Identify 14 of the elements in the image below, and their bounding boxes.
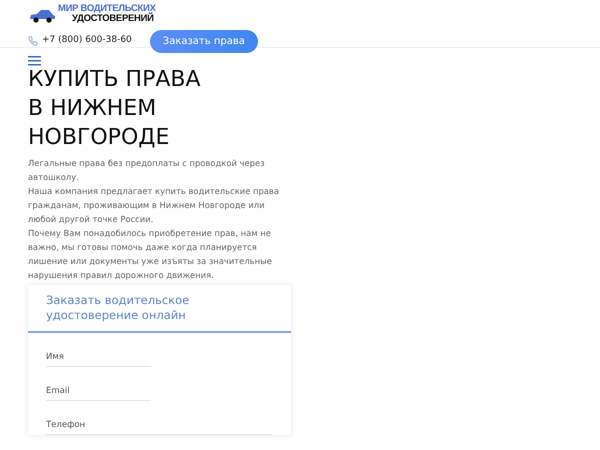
body-paragraph: Легальные права без предоплаты с проводкой через автошколу. [28,157,266,184]
logo-text: УДОСТОВЕРЕНИЙ [71,14,154,24]
input-field[interactable]: Телефон [46,415,272,435]
phone-number[interactable]: +7 (800) 600-38-60 [42,34,132,48]
input-field[interactable]: Имя [46,347,151,367]
body-paragraph: Почему Вам понадобилось приобретение прав, нам не важно, мы готовы помочь даже когда планируется лишение или документы уже изъяты за значительные нарушения правил дорожного движения. [28,227,273,282]
page-title: КУПИТЬ ПРАВА В НИЖНЕМ НОВГОРОДЕ [28,66,202,152]
logo-text: МИР ВОДИТЕЛЬСКИХ [58,4,156,14]
form-title: Заказать водительское удостоверение онлайн [46,293,190,323]
car-icon [28,9,56,23]
input-field[interactable]: Email [46,381,151,401]
menu-icon[interactable] [28,56,41,66]
phone-icon [28,36,38,46]
body-paragraph: Наша компания предлагает купить водительские права гражданам, проживающим в Нижнем Новгороде или любой другой точке России. [28,185,280,226]
